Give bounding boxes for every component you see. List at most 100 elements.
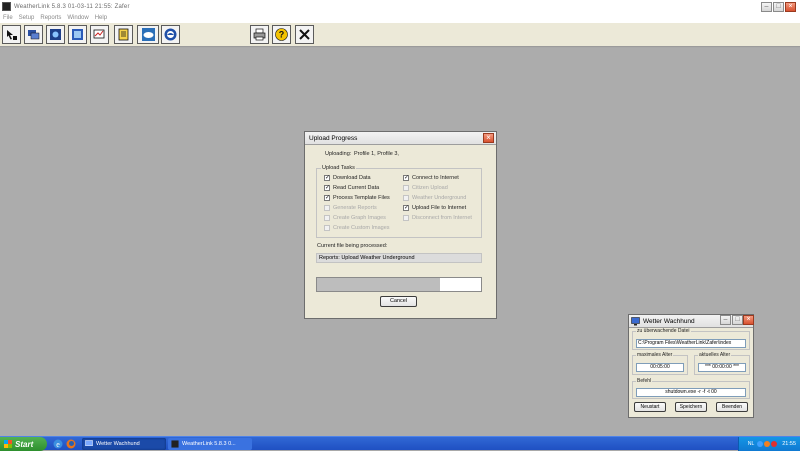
print-button[interactable] bbox=[250, 25, 269, 44]
file-path-input[interactable]: C:\Program Files\WeatherLink\Zafer\index bbox=[636, 339, 746, 348]
quit-button[interactable]: Beenden bbox=[716, 402, 748, 412]
window-title: WeatherLink 5.8.3 01-03-11 21:55: Zafer bbox=[14, 3, 130, 10]
uploading-label: Uploading: bbox=[325, 151, 352, 157]
current-file-field: Reports: Upload Weather Underground bbox=[316, 253, 482, 263]
watchdog-maximize-button[interactable]: □ bbox=[732, 315, 743, 325]
summary-icon bbox=[72, 29, 83, 40]
current-age-field: *** 00:00:00 *** bbox=[698, 363, 746, 372]
toolbar: ? bbox=[0, 23, 800, 47]
monitor-icon bbox=[631, 316, 640, 325]
read-current-data-checkbox[interactable]: ✓ bbox=[324, 185, 330, 191]
exit-icon bbox=[299, 29, 310, 40]
menu-help[interactable]: Help bbox=[95, 15, 107, 21]
create-custom-images-checkbox bbox=[324, 225, 330, 231]
firefox-icon[interactable] bbox=[66, 439, 76, 449]
menu-setup[interactable]: Setup bbox=[19, 15, 35, 21]
taskbar-item-label: Wetter Wachhund bbox=[96, 441, 140, 447]
internet-explorer-icon[interactable]: e bbox=[53, 439, 63, 449]
weatherlink-icon bbox=[171, 440, 179, 448]
title-bar: WeatherLink 5.8.3 01-03-11 21:55: Zafer … bbox=[0, 0, 800, 13]
command-input[interactable]: shutdown.exe -r -f -t 00 bbox=[636, 388, 746, 397]
menu-file[interactable]: File bbox=[3, 15, 13, 21]
taskbar: Start e Wetter Wachhund WeatherLink 5.8.… bbox=[0, 436, 800, 451]
process-template-files-checkbox[interactable]: ✓ bbox=[324, 195, 330, 201]
watchdog-close-button[interactable]: × bbox=[743, 315, 754, 325]
download-data-checkbox[interactable]: ✓ bbox=[324, 175, 330, 181]
strip-charts-button[interactable] bbox=[90, 25, 109, 44]
weather-underground-checkbox bbox=[403, 195, 409, 201]
upload-progress-bar bbox=[316, 277, 482, 292]
system-tray: NL 21:55 bbox=[738, 437, 800, 451]
current-age-label: aktuelles Alter bbox=[698, 352, 732, 358]
watchdog-minimize-button[interactable]: – bbox=[720, 315, 731, 325]
select-station-icon bbox=[7, 30, 17, 40]
save-button[interactable]: Speichern bbox=[675, 402, 707, 412]
help-icon: ? bbox=[275, 28, 288, 41]
summary-button[interactable] bbox=[68, 25, 87, 44]
svg-text:e: e bbox=[56, 440, 60, 449]
noaa-logo-icon bbox=[164, 28, 177, 41]
walkabout-button[interactable] bbox=[24, 25, 43, 44]
menu-bar: File Setup Reports Window Help bbox=[0, 13, 800, 23]
taskbar-item-label: WeatherLink 5.8.3 0... bbox=[182, 441, 236, 447]
noaa-reports-button[interactable] bbox=[114, 25, 133, 44]
restart-button[interactable]: Neustart bbox=[634, 402, 666, 412]
maximize-button[interactable]: □ bbox=[773, 1, 784, 12]
upload-tasks-label: Upload Tasks bbox=[321, 165, 356, 171]
exit-button[interactable] bbox=[295, 25, 314, 44]
start-button[interactable]: Start bbox=[0, 437, 47, 451]
noaa-logo-button[interactable] bbox=[161, 25, 180, 44]
app-icon bbox=[2, 2, 11, 11]
windows-logo-icon bbox=[4, 440, 12, 448]
bulletin-icon bbox=[50, 29, 61, 40]
dialog-title: Upload Progress bbox=[309, 134, 358, 142]
dialog-title-bar: Upload Progress × bbox=[305, 132, 496, 145]
dialog-close-button[interactable]: × bbox=[483, 133, 494, 143]
task-label: Weather Underground bbox=[412, 195, 467, 201]
citizen-upload-checkbox bbox=[403, 185, 409, 191]
disconnect-checkbox bbox=[403, 215, 409, 221]
start-label: Start bbox=[15, 439, 34, 449]
taskbar-item-watchdog[interactable]: Wetter Wachhund bbox=[82, 438, 166, 450]
svg-text:?: ? bbox=[279, 30, 285, 40]
close-button[interactable]: × bbox=[785, 1, 796, 12]
monitor-icon bbox=[85, 440, 93, 446]
connect-to-internet-checkbox[interactable]: ✓ bbox=[403, 175, 409, 181]
task-label: Connect to Internet bbox=[412, 175, 459, 181]
noaa-reports-icon bbox=[118, 28, 129, 41]
create-graph-images-checkbox bbox=[324, 215, 330, 221]
menu-reports[interactable]: Reports bbox=[40, 15, 61, 21]
language-indicator[interactable]: NL bbox=[748, 441, 754, 447]
task-label: Disconnect from Internet bbox=[412, 215, 472, 221]
print-icon bbox=[253, 28, 266, 41]
task-label: Citizen Upload bbox=[412, 185, 448, 191]
upload-file-checkbox[interactable]: ✓ bbox=[403, 205, 409, 211]
generate-reports-checkbox bbox=[324, 205, 330, 211]
uploading-value: Profile 1, Profile 3, bbox=[354, 151, 399, 157]
firefox-tray-icon[interactable] bbox=[764, 441, 771, 447]
task-label: Create Custom Images bbox=[333, 225, 390, 231]
file-label: zu überwachende Datei bbox=[636, 328, 691, 334]
progress-fill bbox=[317, 278, 440, 291]
shield-icon[interactable] bbox=[771, 441, 778, 447]
max-age-input[interactable]: 00:05:00 bbox=[636, 363, 684, 372]
command-label: Befehl bbox=[636, 378, 653, 384]
minimize-button[interactable]: – bbox=[761, 1, 772, 12]
network-icon[interactable] bbox=[757, 441, 764, 447]
walkabout-icon bbox=[28, 30, 40, 40]
help-button[interactable]: ? bbox=[272, 25, 291, 44]
cancel-button[interactable]: Cancel bbox=[380, 296, 417, 307]
clock: 21:55 bbox=[782, 441, 796, 447]
taskbar-item-weatherlink[interactable]: WeatherLink 5.8.3 0... bbox=[168, 438, 252, 450]
task-label: Upload File to Internet bbox=[412, 205, 467, 211]
strip-charts-icon bbox=[93, 29, 105, 39]
current-file-label: Current file being processed: bbox=[317, 243, 388, 249]
menu-window[interactable]: Window bbox=[67, 15, 88, 21]
weather-cloud-button[interactable] bbox=[137, 25, 159, 44]
task-label: Create Graph Images bbox=[333, 215, 386, 221]
select-station-button[interactable] bbox=[2, 25, 21, 44]
weather-cloud-icon bbox=[141, 28, 155, 41]
task-label: Generate Reports bbox=[333, 205, 377, 211]
bulletin-button[interactable] bbox=[46, 25, 65, 44]
watchdog-title: Wetter Wachhund bbox=[643, 317, 695, 325]
